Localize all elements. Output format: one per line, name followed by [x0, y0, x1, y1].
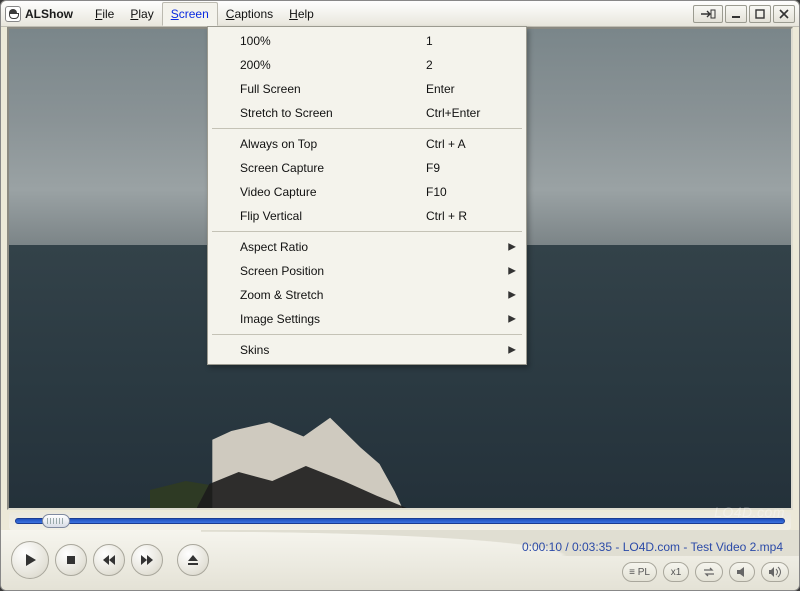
close-button[interactable] [773, 5, 795, 23]
menuitem-screen-position[interactable]: Screen Position▶ [210, 259, 524, 283]
stop-button[interactable] [55, 544, 87, 576]
submenu-arrow-icon: ▶ [508, 290, 516, 301]
menu-separator [212, 128, 522, 129]
submenu-arrow-icon: ▶ [508, 242, 516, 253]
menuitem-full-screen[interactable]: Full ScreenEnter [210, 77, 524, 101]
menuitem-flip-vertical[interactable]: Flip VerticalCtrl + R [210, 204, 524, 228]
menu-separator [212, 231, 522, 232]
menu-captions[interactable]: Captions [218, 3, 281, 25]
rewind-button[interactable] [93, 544, 125, 576]
repeat-button[interactable] [695, 562, 723, 582]
menu-play[interactable]: Play [122, 3, 161, 25]
app-title: ALShow [25, 7, 73, 21]
menubar: File Play Screen Captions Help [87, 1, 693, 26]
submenu-arrow-icon: ▶ [508, 345, 516, 356]
menuitem-always-on-top[interactable]: Always on TopCtrl + A [210, 132, 524, 156]
menuitem-200pct[interactable]: 200%2 [210, 53, 524, 77]
playlist-button[interactable]: ≡ PL [622, 562, 657, 582]
speaker-wave-icon [768, 566, 782, 578]
app-icon [5, 6, 21, 22]
menuitem-stretch-to-screen[interactable]: Stretch to ScreenCtrl+Enter [210, 101, 524, 125]
menu-help[interactable]: Help [281, 3, 322, 25]
menu-separator [212, 334, 522, 335]
menu-file[interactable]: File [87, 3, 122, 25]
menuitem-screen-capture[interactable]: Screen CaptureF9 [210, 156, 524, 180]
titlebar: ALShow File Play Screen Captions Help [1, 1, 799, 27]
menuitem-skins[interactable]: Skins▶ [210, 338, 524, 362]
menuitem-image-settings[interactable]: Image Settings▶ [210, 307, 524, 331]
speed-button[interactable]: x1 [663, 562, 689, 582]
progress-knob[interactable] [42, 514, 70, 528]
forward-button[interactable] [131, 544, 163, 576]
repeat-icon [702, 566, 716, 578]
right-pill-controls: ≡ PL x1 [622, 562, 789, 582]
playback-info: 0:00:10 / 0:03:35 - LO4D.com - Test Vide… [522, 540, 783, 554]
menu-screen[interactable]: Screen [162, 2, 218, 26]
eject-button[interactable] [177, 544, 209, 576]
app-window: ALShow File Play Screen Captions Help [0, 0, 800, 591]
minimize-button[interactable] [725, 5, 747, 23]
play-button[interactable] [11, 541, 49, 579]
speaker-icon [736, 566, 748, 578]
submenu-arrow-icon: ▶ [508, 314, 516, 325]
screen-menu-dropdown: 100%1 200%2 Full ScreenEnter Stretch to … [207, 26, 527, 365]
menuitem-100pct[interactable]: 100%1 [210, 29, 524, 53]
progress-bar[interactable] [9, 512, 791, 530]
menuitem-zoom-stretch[interactable]: Zoom & Stretch▶ [210, 283, 524, 307]
submenu-arrow-icon: ▶ [508, 266, 516, 277]
titlebar-controls [693, 5, 795, 23]
menuitem-aspect-ratio[interactable]: Aspect Ratio▶ [210, 235, 524, 259]
controls-bar: 0:00:10 / 0:03:35 - LO4D.com - Test Vide… [1, 530, 799, 590]
mute-button[interactable] [729, 562, 755, 582]
progress-track[interactable] [15, 518, 785, 524]
volume-button[interactable] [761, 562, 789, 582]
menuitem-video-capture[interactable]: Video CaptureF10 [210, 180, 524, 204]
compact-mode-button[interactable] [693, 5, 723, 23]
maximize-button[interactable] [749, 5, 771, 23]
